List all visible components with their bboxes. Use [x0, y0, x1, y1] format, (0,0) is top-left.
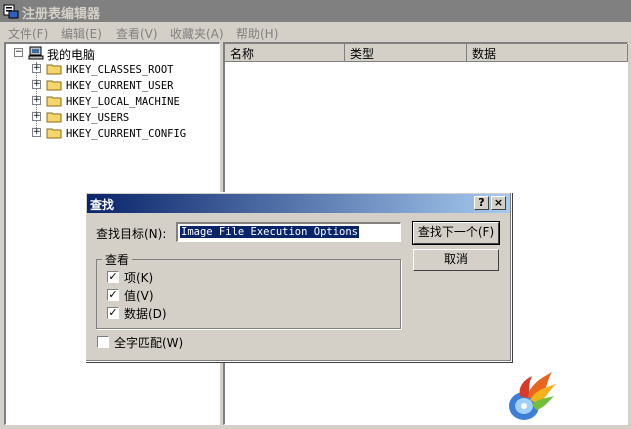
title-bar[interactable]: 注册表编辑器	[0, 0, 631, 22]
close-button[interactable]: ×	[491, 196, 506, 210]
keys-checkbox[interactable]: ✓	[107, 271, 119, 283]
folder-icon	[46, 64, 62, 75]
find-dialog-title: 查找	[90, 198, 115, 212]
regedit-icon	[3, 4, 19, 19]
folder-icon	[46, 96, 62, 107]
tree-root-expander[interactable]: −	[14, 48, 23, 57]
menu-edit[interactable]: 编辑(E)	[61, 25, 102, 42]
find-target-value: Image File Execution Options	[180, 226, 360, 238]
data-checkbox[interactable]: ✓	[107, 307, 119, 319]
tree-node-hkcc[interactable]: HKEY_CURRENT_CONFIG	[66, 128, 186, 140]
keys-label: 项(K)	[124, 271, 154, 285]
menu-bar: 文件(F) 编辑(E) 查看(V) 收藏夹(A) 帮助(H)	[0, 22, 631, 42]
menu-view[interactable]: 查看(V)	[116, 25, 158, 42]
find-next-button[interactable]: 查找下一个(F)	[412, 221, 500, 245]
column-header-data[interactable]: 数据	[467, 44, 628, 62]
folder-icon	[46, 112, 62, 123]
tree-node-hkcu[interactable]: HKEY_CURRENT_USER	[66, 80, 173, 92]
menu-help[interactable]: 帮助(H)	[236, 25, 278, 42]
tree-node-hku[interactable]: HKEY_USERS	[66, 112, 129, 124]
registry-editor-window: 注册表编辑器 文件(F) 编辑(E) 查看(V) 收藏夹(A) 帮助(H) − …	[0, 0, 631, 429]
column-header-type[interactable]: 类型	[345, 44, 467, 62]
find-target-label: 查找目标(N):	[96, 227, 167, 241]
look-at-group: 查看 ✓ 项(K) ✓ 值(V) ✓ 数据(D)	[96, 251, 401, 329]
values-checkbox[interactable]: ✓	[107, 289, 119, 301]
whole-word-label: 全字匹配(W)	[114, 336, 184, 350]
tree-node-hkcr[interactable]: HKEY_CLASSES_ROOT	[66, 64, 173, 76]
window-title: 注册表编辑器	[22, 7, 101, 22]
menu-favorites[interactable]: 收藏夹(A)	[170, 25, 224, 42]
menu-file[interactable]: 文件(F)	[8, 25, 48, 42]
cancel-button[interactable]: 取消	[413, 249, 499, 271]
folder-icon	[46, 128, 62, 139]
tree-expander[interactable]: +	[32, 112, 41, 121]
find-target-input[interactable]: Image File Execution Options	[176, 222, 401, 242]
data-label: 数据(D)	[124, 307, 167, 321]
tree-expander[interactable]: +	[32, 96, 41, 105]
whole-word-checkbox[interactable]	[97, 336, 109, 348]
values-label: 值(V)	[124, 289, 154, 303]
flame-disc-logo	[509, 372, 556, 420]
look-at-label: 查看	[102, 251, 133, 268]
help-button[interactable]: ?	[474, 196, 489, 210]
column-header-name[interactable]: 名称	[225, 44, 345, 62]
folder-icon	[46, 80, 62, 91]
tree-expander[interactable]: +	[32, 64, 41, 73]
tree-node-hklm[interactable]: HKEY_LOCAL_MACHINE	[66, 96, 180, 108]
tree-root-label[interactable]: 我的电脑	[47, 46, 95, 63]
find-dialog: 查找 ? × 查找目标(N): Image File Execution Opt…	[85, 192, 512, 362]
tree-expander[interactable]: +	[32, 80, 41, 89]
find-dialog-title-bar[interactable]: 查找 ? ×	[87, 194, 510, 213]
tree-expander[interactable]: +	[32, 128, 41, 137]
computer-icon	[28, 46, 44, 60]
